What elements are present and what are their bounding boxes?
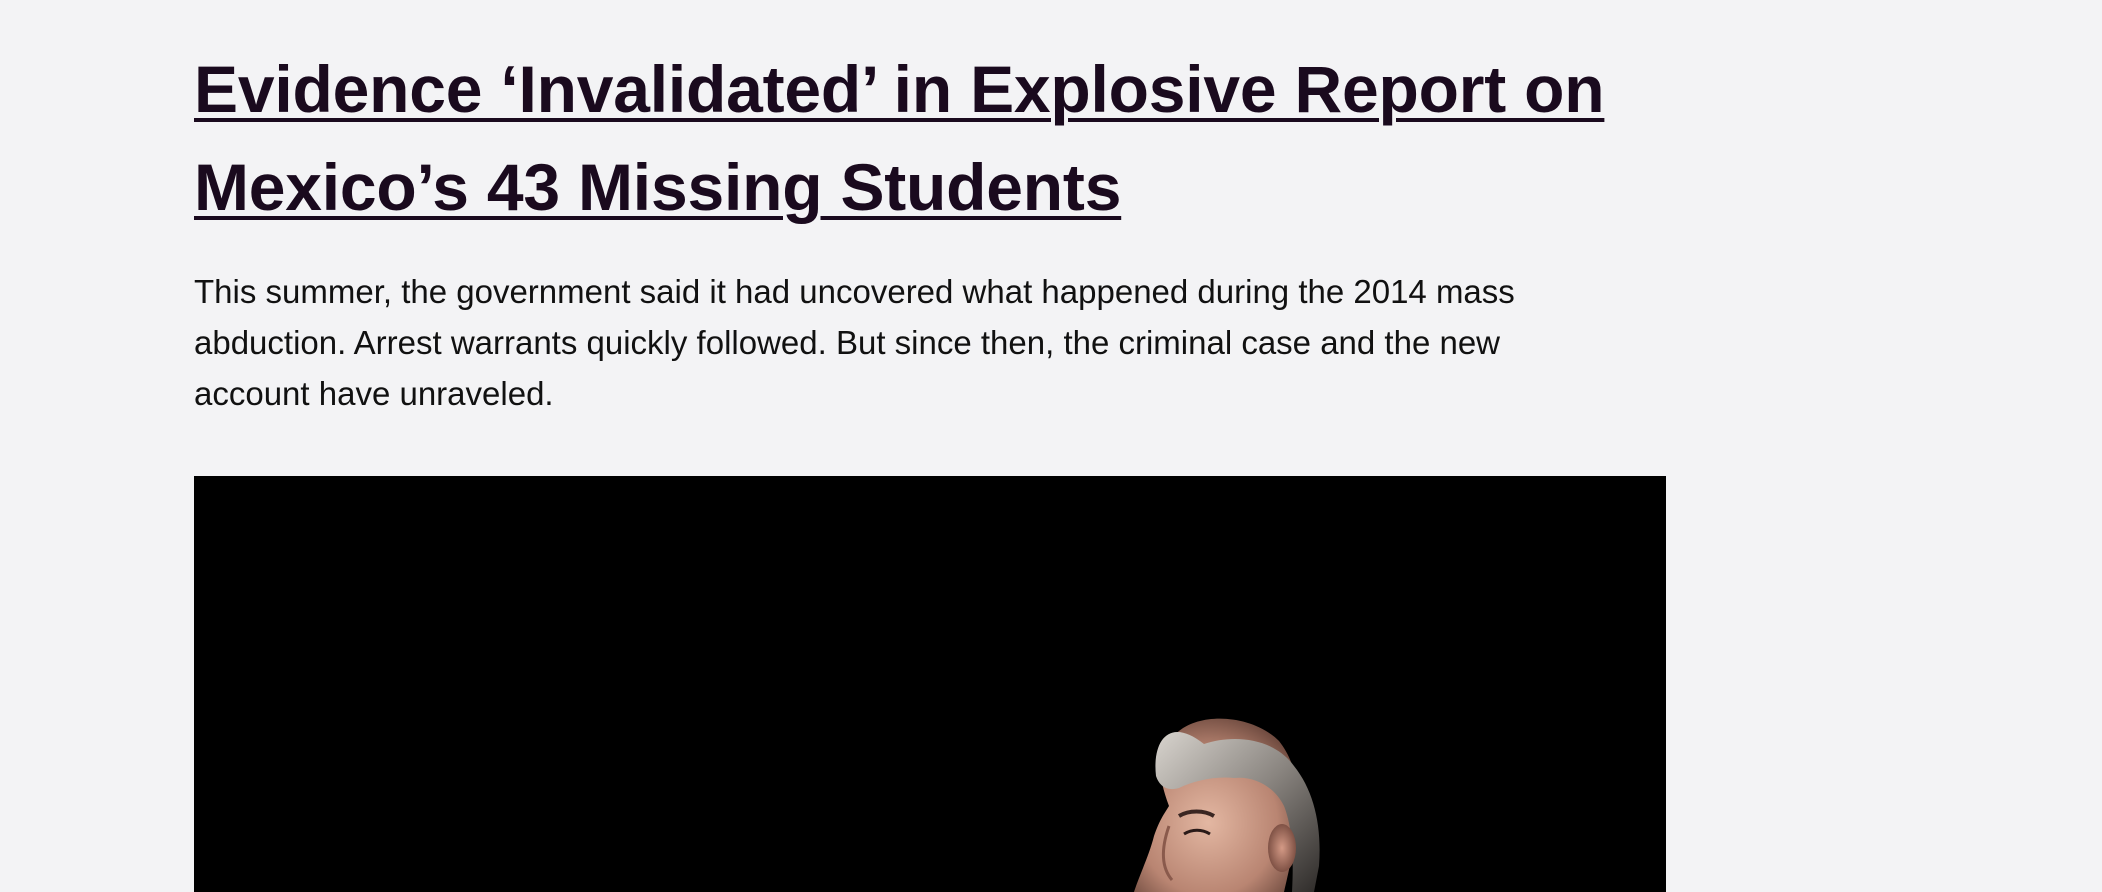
page: Evidence ‘Invalidated’ in Explosive Repo… bbox=[0, 0, 2102, 892]
portrait-photo bbox=[194, 476, 1666, 892]
headline-link[interactable]: Evidence ‘Invalidated’ in Explosive Repo… bbox=[194, 0, 1614, 236]
article-summary: This summer, the government said it had … bbox=[194, 273, 1515, 412]
headline: Evidence ‘Invalidated’ in Explosive Repo… bbox=[194, 52, 1605, 224]
hero-image[interactable] bbox=[194, 476, 1666, 892]
ear-shape bbox=[1268, 824, 1296, 872]
article: Evidence ‘Invalidated’ in Explosive Repo… bbox=[194, 0, 1674, 419]
